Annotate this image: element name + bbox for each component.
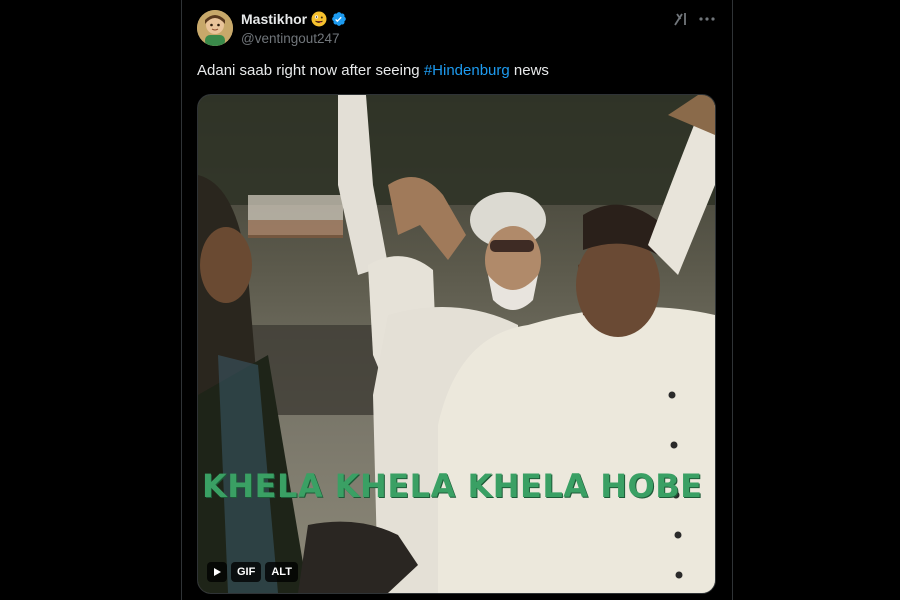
name-row: Mastikhor: [241, 11, 347, 27]
hashtag-link[interactable]: #Hindenburg: [424, 62, 510, 79]
column-divider-left: [181, 0, 182, 600]
media-controls: GIF ALT: [207, 562, 298, 582]
more-icon[interactable]: [697, 10, 717, 28]
tweet-text-after: news: [509, 62, 549, 79]
display-name[interactable]: Mastikhor: [241, 11, 307, 27]
tweet-text: Adani saab right now after seeing #Hinde…: [197, 62, 549, 79]
zany-face-emoji-icon: [311, 11, 327, 27]
alt-text-button[interactable]: ALT: [265, 562, 298, 582]
grok-icon[interactable]: [672, 10, 690, 28]
verified-badge-icon: [331, 11, 347, 27]
gif-caption: KHELA KHELA KHELA HOBE: [202, 467, 703, 505]
gif-frame-image: [198, 95, 715, 593]
column-divider-right: [732, 0, 733, 600]
play-button[interactable]: [207, 562, 227, 582]
play-icon: [214, 568, 221, 576]
user-handle[interactable]: @ventingout247: [241, 31, 340, 46]
gif-media[interactable]: KHELA KHELA KHELA HOBE GIF ALT: [197, 94, 716, 594]
gif-badge: GIF: [231, 562, 262, 582]
avatar[interactable]: [197, 10, 233, 46]
tweet-text-before: Adani saab right now after seeing: [197, 62, 424, 79]
tweet-page: Mastikhor @ventingout247 Adani saab righ…: [0, 0, 900, 600]
